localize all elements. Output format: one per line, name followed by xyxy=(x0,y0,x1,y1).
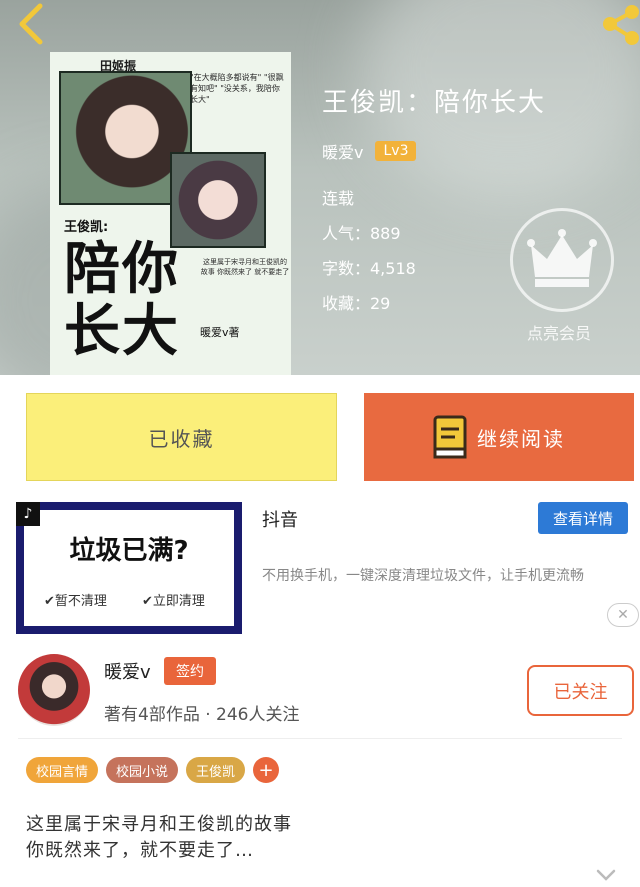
crown-icon xyxy=(527,229,597,287)
ad-description: 不用换手机，一键深度清理垃圾文件，让手机更流畅 xyxy=(262,568,584,584)
favorited-button[interactable]: 已收藏 xyxy=(26,393,337,481)
tag-item[interactable]: 王俊凯 xyxy=(186,757,246,783)
tag-list: 校园言情 校园小说 王俊凯 + xyxy=(26,757,280,783)
book-cover[interactable]: 田姬振 "在大概陷多都说有" "很飘有知吧" "没关系，我陪你长大" 王俊凯: … xyxy=(50,52,291,375)
share-icon xyxy=(603,5,639,45)
book-popularity: 人气：889 xyxy=(322,224,401,243)
cover-subtitle: 王俊凯: xyxy=(64,220,109,235)
continue-reading-button[interactable]: 继续阅读 xyxy=(364,393,634,481)
ad-brand: 抖音 xyxy=(262,510,298,531)
ad-option-clean: ✔立即清理 xyxy=(142,594,205,609)
vip-button[interactable] xyxy=(510,208,614,312)
ad-image-panel: 垃圾已满? ✔暂不清理 ✔立即清理 xyxy=(24,510,234,626)
cover-signature: 暖爱v著 xyxy=(200,326,240,339)
cover-name: 田姬振 xyxy=(100,59,137,73)
vip-label[interactable]: 点亮会员 xyxy=(527,320,591,344)
share-button[interactable] xyxy=(596,2,640,46)
cover-photo xyxy=(170,152,266,248)
followed-button[interactable]: 已关注 xyxy=(527,665,634,716)
chevron-left-icon xyxy=(19,3,43,45)
continue-reading-label: 继续阅读 xyxy=(477,426,565,451)
cover-title: 陪你长大 xyxy=(64,236,180,364)
author-name[interactable]: 暖爱v xyxy=(322,139,363,163)
author-stats: 著有4部作品 · 246人关注 xyxy=(104,705,300,725)
ad-close-button[interactable]: ✕ xyxy=(607,603,639,627)
book-word-count: 字数：4,518 xyxy=(322,259,416,278)
level-badge: Lv3 xyxy=(375,141,417,161)
ad-option-skip: ✔暂不清理 xyxy=(44,594,107,609)
book-intro[interactable]: 这里属于宋寻月和王俊凯的故事 你既然来了，就不要走了… xyxy=(26,812,616,864)
tiktok-icon: ♪ xyxy=(16,502,40,526)
tag-item[interactable]: 校园小说 xyxy=(106,757,179,783)
tag-item[interactable]: 校园言情 xyxy=(26,757,99,783)
cover-quote: "在大概陷多都说有" "很飘有知吧" "没关系，我陪你长大" xyxy=(190,73,284,104)
intro-line: 这里属于宋寻月和王俊凯的故事 xyxy=(26,814,292,835)
add-tag-button[interactable]: + xyxy=(253,757,280,783)
back-button[interactable] xyxy=(12,2,52,46)
book-favorites: 收藏：29 xyxy=(322,294,391,313)
ad-detail-button[interactable]: 查看详情 xyxy=(538,502,628,534)
book-status: 连载 xyxy=(322,189,355,208)
intro-line: 你既然来了，就不要走了… xyxy=(26,840,254,861)
divider xyxy=(18,738,622,739)
book-icon xyxy=(433,415,467,459)
book-header-banner: 田姬振 "在大概陷多都说有" "很飘有知吧" "没关系，我陪你长大" 王俊凯: … xyxy=(0,0,640,375)
ad-image[interactable]: 垃圾已满? ✔暂不清理 ✔立即清理 ♪ xyxy=(16,502,242,634)
author-avatar[interactable] xyxy=(18,654,90,726)
chevron-down-icon[interactable] xyxy=(594,866,618,884)
author-row: 暖爱v Lv3 xyxy=(322,138,417,164)
cover-small-text: 这里属于宋寻月和王俊凯的故事 你既然来了 就不要走了 xyxy=(200,258,290,276)
signed-badge: 签约 xyxy=(164,657,216,685)
author-card-name[interactable]: 暖爱v xyxy=(104,658,151,684)
book-title: 王俊凯：陪你长大 xyxy=(322,88,547,118)
ad-question: 垃圾已满? xyxy=(69,536,189,566)
